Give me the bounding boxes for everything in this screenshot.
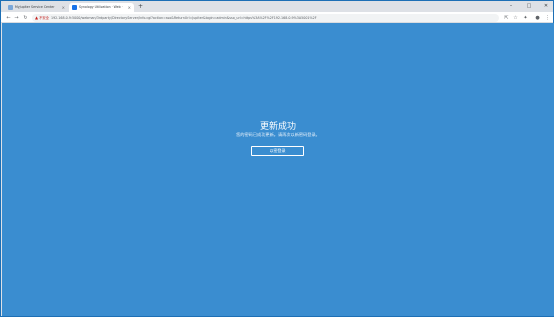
tab-title: Synology Utilization · Web · (79, 5, 123, 9)
insecure-label[interactable]: 不安全 (39, 14, 49, 22)
forward-arrow-icon[interactable]: → (13, 14, 20, 21)
page-content: 更新成功 您的密码已成功更新。请再次以新密码登录。 以密登录 (2, 23, 554, 316)
maximize-button[interactable]: □ (522, 1, 536, 11)
page-title: 更新成功 (259, 122, 296, 132)
warning-icon[interactable]: ▲ (35, 14, 38, 22)
tab-myjupiter[interactable]: MyJupiter Service Center × (5, 3, 68, 12)
tab-close-icon[interactable]: × (128, 5, 131, 10)
tab-strip: MyJupiter Service Center × Synology Util… (1, 1, 553, 12)
browser-toolbar: ← → ↻ ▲ 不安全 192.168.0.9:5000/webman/3rdp… (1, 12, 553, 23)
bookmark-star-icon[interactable]: ☆ (512, 14, 519, 21)
profile-avatar-icon[interactable]: ● (534, 14, 541, 21)
new-tab-button[interactable]: + (138, 3, 143, 11)
back-arrow-icon[interactable]: ← (5, 14, 12, 21)
extensions-icon[interactable]: ✦ (522, 14, 529, 21)
share-icon[interactable]: ⇱ (503, 14, 510, 21)
minimize-button[interactable]: – (504, 1, 518, 11)
tab-synology[interactable]: Synology Utilization · Web · × (69, 3, 134, 12)
relogin-button[interactable]: 以密登录 (251, 146, 304, 156)
menu-icon[interactable]: ⋮ (544, 14, 551, 21)
close-window-button[interactable]: ✕ (539, 1, 553, 11)
tab-close-icon[interactable]: × (62, 5, 65, 10)
url-text[interactable]: 192.168.0.9:5000/webman/3rdparty/Directo… (51, 14, 317, 22)
status-message: 您的密码已成功更新。请再次以新密码登录。 (236, 132, 320, 137)
tab-favicon-icon (8, 5, 13, 10)
tab-favicon-icon (72, 5, 77, 10)
browser-window: MyJupiter Service Center × Synology Util… (0, 0, 554, 317)
reload-icon[interactable]: ↻ (22, 14, 29, 21)
address-bar[interactable]: ▲ 不安全 192.168.0.9:5000/webman/3rdparty/D… (32, 13, 499, 22)
tab-title: MyJupiter Service Center (15, 5, 55, 9)
